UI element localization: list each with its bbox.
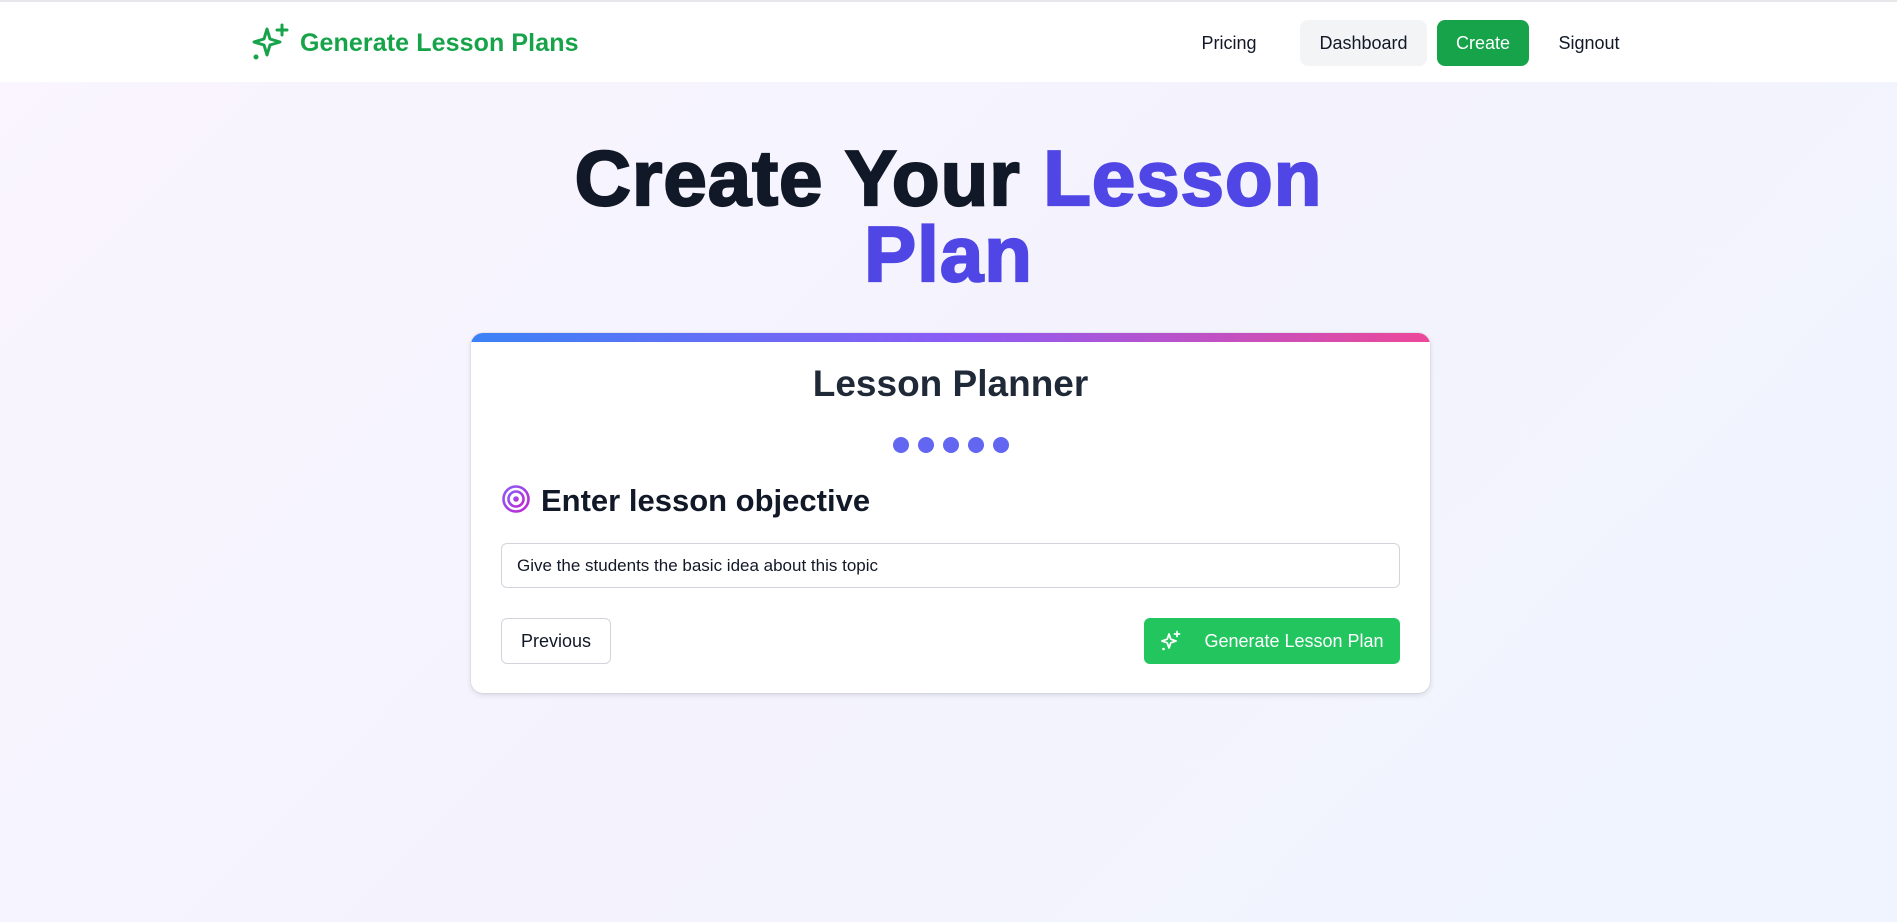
generate-button-label: Generate Lesson Plan <box>1204 630 1384 651</box>
nav-pricing-link[interactable]: Pricing <box>1166 20 1292 66</box>
step-dot <box>992 437 1009 453</box>
brand-name: Generate Lesson Plans <box>300 28 579 57</box>
step-indicator <box>471 437 1430 453</box>
step-dot <box>917 437 934 453</box>
navbar: Generate Lesson Plans Pricing Dashboard … <box>0 2 1897 82</box>
generate-lesson-plan-button[interactable]: Generate Lesson Plan <box>1144 618 1400 664</box>
step-label: Enter lesson objective <box>541 483 871 518</box>
target-icon <box>501 484 531 519</box>
step-dot <box>942 437 959 453</box>
title-plain-text: Create Your <box>574 134 1044 222</box>
step-dot <box>892 437 909 453</box>
nav-dashboard-button[interactable]: Dashboard <box>1300 20 1427 66</box>
step-heading: Enter lesson objective <box>501 483 870 519</box>
nav-links: Pricing Dashboard Create Signout <box>1166 20 1649 66</box>
previous-button[interactable]: Previous <box>501 618 611 664</box>
page-title-line-1: Create Your Lesson <box>0 138 1897 218</box>
lesson-planner-card: Lesson Planner Enter lesson objective Gi… <box>471 333 1430 693</box>
brand-logo[interactable]: Generate Lesson Plans <box>250 22 579 64</box>
card-title: Lesson Planner <box>812 363 1089 404</box>
page-title: Create Your Lesson Plan <box>0 138 1897 298</box>
lesson-objective-input[interactable] <box>501 543 1400 588</box>
step-dot <box>967 437 984 453</box>
title-accent-text: Lesson <box>1042 134 1323 222</box>
sparkles-icon <box>250 23 290 63</box>
nav-signout-link[interactable]: Signout <box>1529 20 1649 66</box>
nav-create-button[interactable]: Create <box>1437 20 1529 66</box>
sparkles-icon <box>1160 630 1182 652</box>
card-gradient-bar <box>471 333 1430 342</box>
page-title-line-2: Plan <box>863 210 1033 298</box>
